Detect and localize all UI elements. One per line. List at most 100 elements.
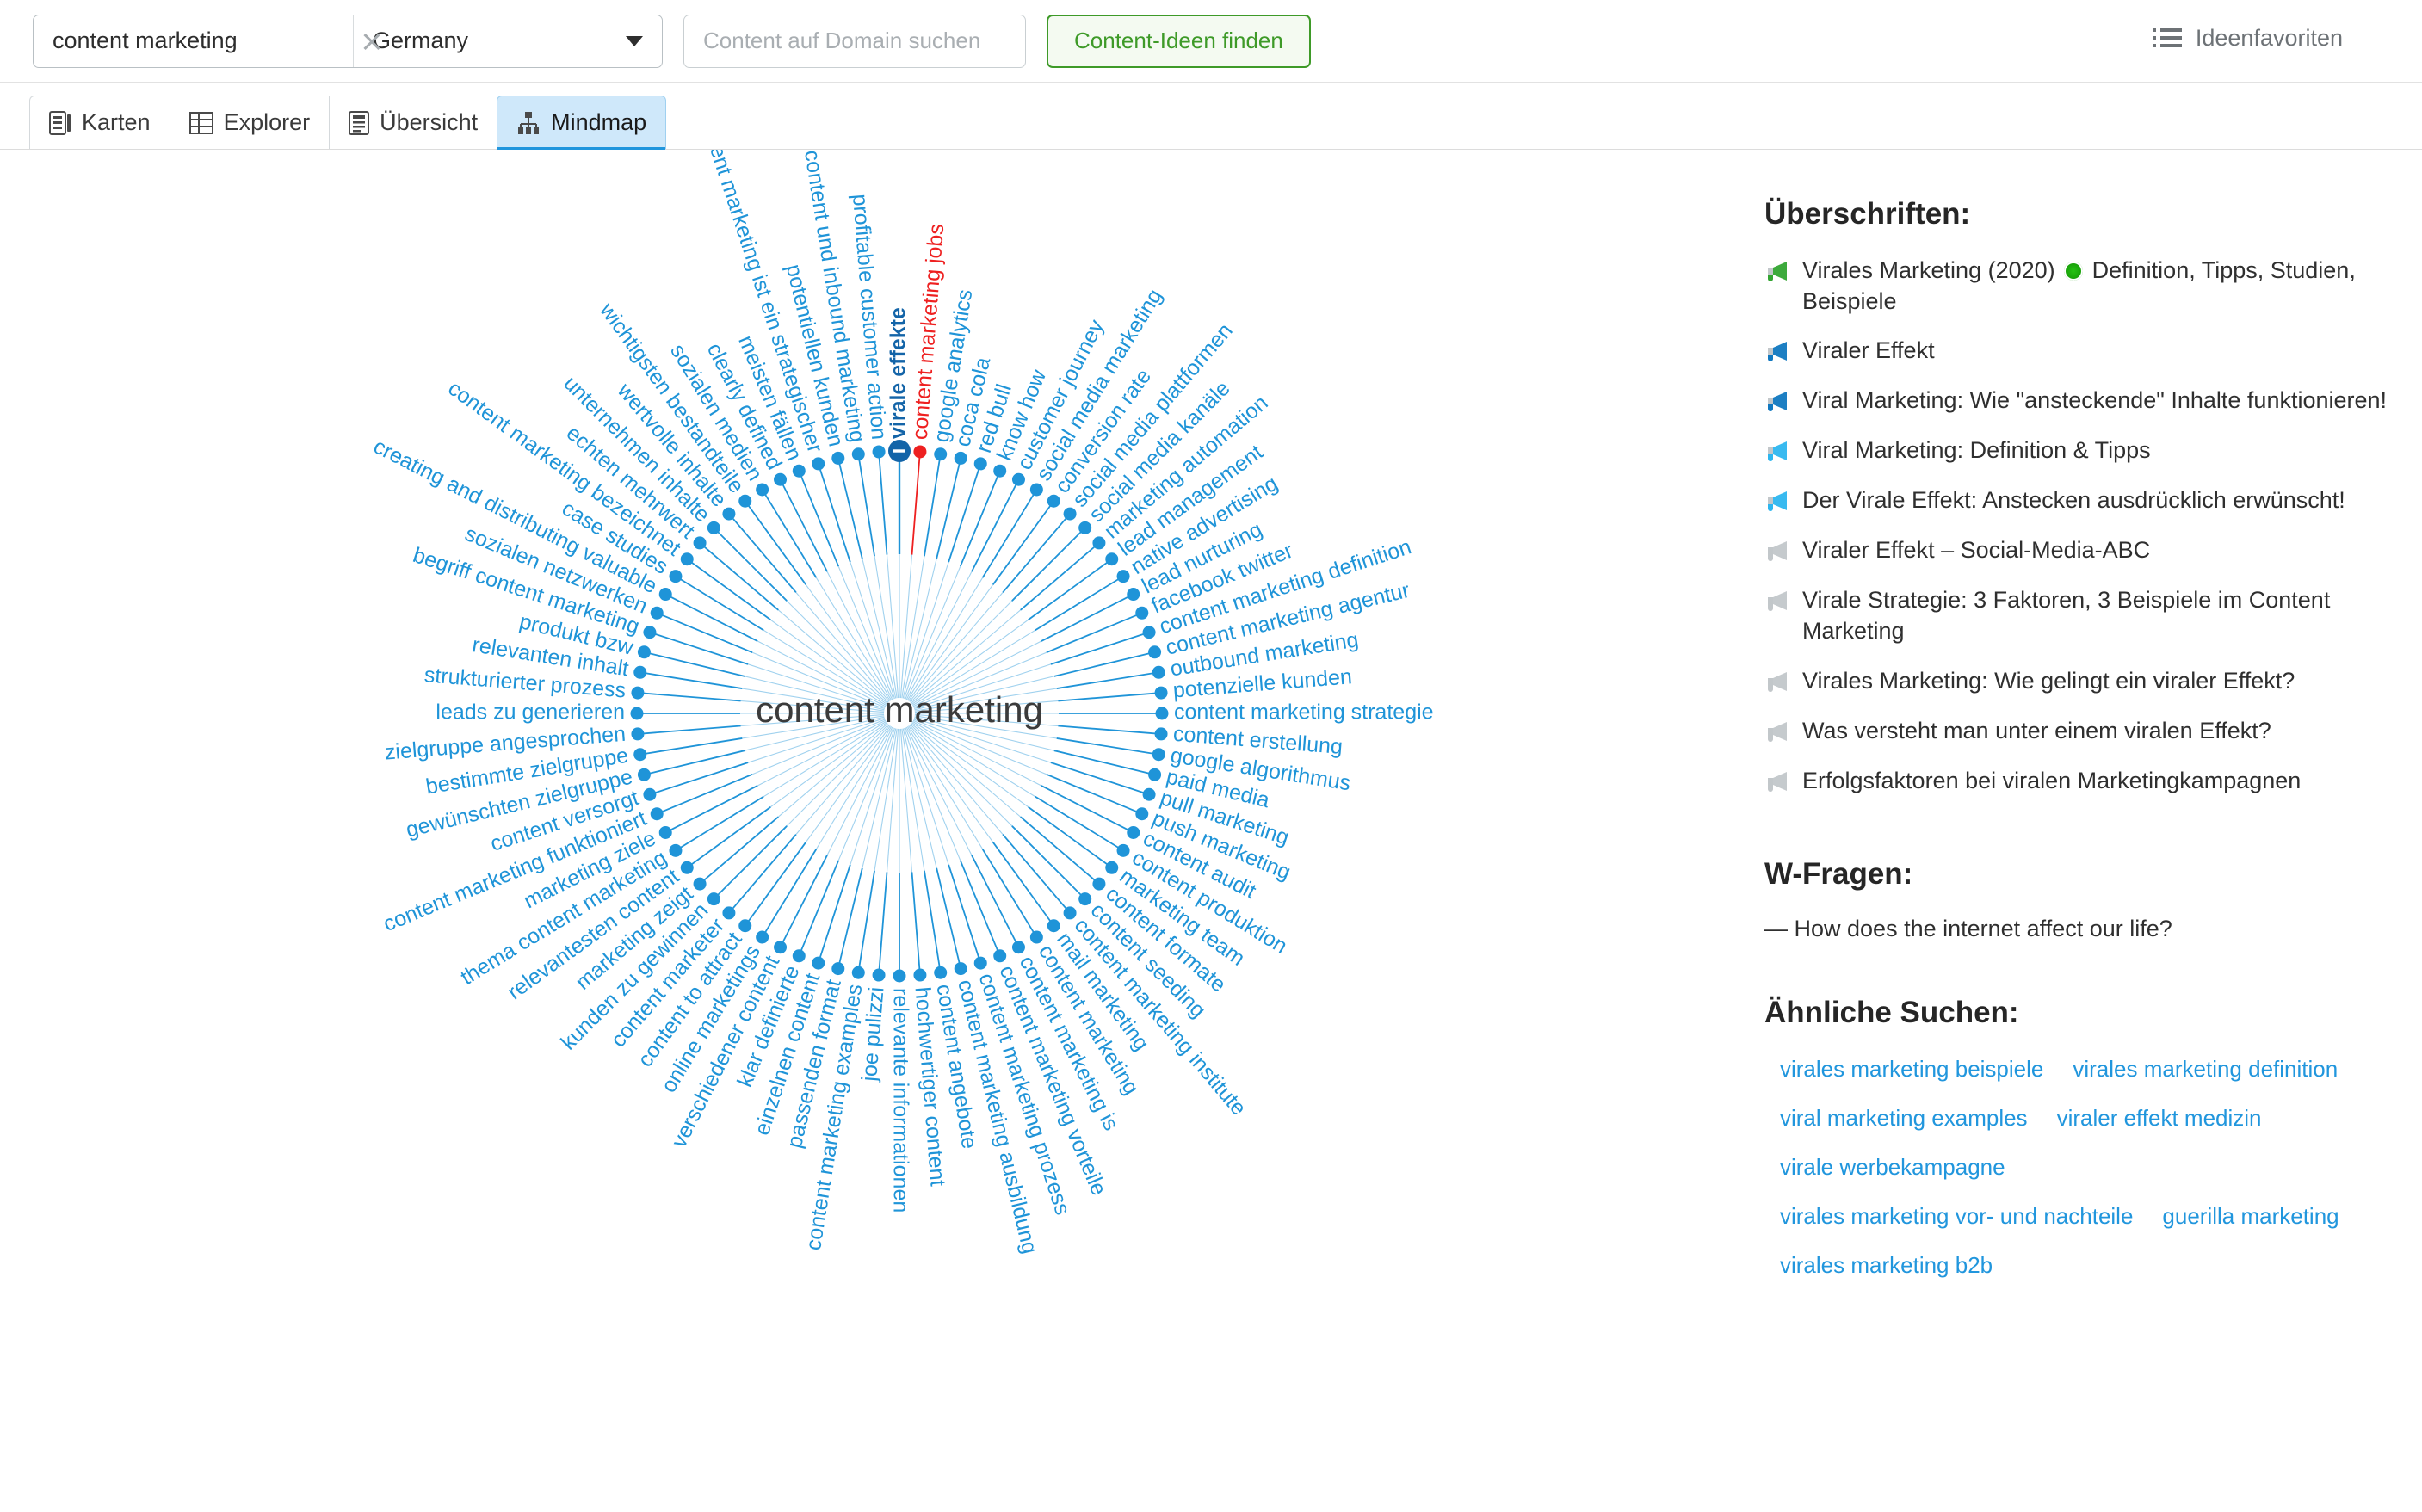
mindmap-node-dot[interactable]: [831, 451, 845, 465]
mindmap-node-dot[interactable]: [680, 861, 694, 874]
mindmap-node-dot[interactable]: [973, 956, 987, 970]
mindmap-node-dot[interactable]: [831, 962, 845, 976]
mindmap-node-dot[interactable]: [1029, 930, 1043, 944]
mindmap-node-dot[interactable]: [738, 919, 752, 933]
tab-explorer[interactable]: Explorer: [169, 96, 330, 149]
mindmap-node-dot[interactable]: [631, 727, 645, 741]
mindmap-node-dot[interactable]: [1078, 892, 1092, 906]
similar-search-link[interactable]: guerilla marketing: [2162, 1203, 2339, 1230]
mindmap-node-dot[interactable]: [650, 807, 664, 821]
mindmap-node-dot[interactable]: [1063, 507, 1077, 521]
mindmap-node-dot[interactable]: [872, 968, 886, 982]
domain-search-input[interactable]: [701, 27, 1008, 55]
mindmap-node-dot[interactable]: [1116, 843, 1130, 857]
similar-search-link[interactable]: virales marketing definition: [2073, 1056, 2338, 1083]
mindmap-node-dot[interactable]: [954, 451, 967, 465]
mindmap-node-dot[interactable]: [1047, 494, 1060, 508]
similar-search-link[interactable]: viraler effekt medizin: [2057, 1105, 2262, 1132]
similar-search-link[interactable]: viral marketing examples: [1780, 1105, 2028, 1132]
mindmap-node-dot[interactable]: [1011, 941, 1025, 954]
similar-search-link[interactable]: virales marketing b2b: [1780, 1252, 1993, 1279]
mindmap-node-label[interactable]: content marketing strategie: [1174, 700, 1434, 725]
mindmap-node-dot[interactable]: [1105, 861, 1119, 874]
similar-search-link[interactable]: virales marketing vor- und nachteile: [1780, 1203, 2133, 1230]
headline-item[interactable]: Viral Marketing: Definition & Tipps: [1764, 435, 2388, 466]
mindmap-node-dot[interactable]: [756, 483, 769, 497]
mindmap-node-dot[interactable]: [913, 445, 927, 459]
mindmap-node-label[interactable]: relevante informationen: [888, 988, 912, 1213]
mindmap-node-dot[interactable]: [1148, 768, 1162, 781]
mindmap-node-dot[interactable]: [774, 941, 788, 954]
mindmap-node-dot[interactable]: [658, 588, 672, 602]
similar-search-link[interactable]: virales marketing beispiele: [1780, 1056, 2043, 1083]
mindmap-node-dot[interactable]: [872, 445, 886, 459]
keyword-input[interactable]: [51, 27, 359, 55]
mindmap-node-dot[interactable]: [1105, 552, 1119, 566]
tab-karten[interactable]: Karten: [29, 96, 170, 149]
mindmap-node-dot[interactable]: [738, 494, 752, 508]
mindmap-node-dot[interactable]: [1116, 570, 1130, 583]
mindmap-node-dot[interactable]: [893, 969, 906, 983]
mindmap-node-dot[interactable]: [1155, 707, 1169, 720]
headline-item[interactable]: Der Virale Effekt: Anstecken ausdrücklic…: [1764, 485, 2388, 516]
mindmap-node-dot[interactable]: [1063, 906, 1077, 920]
mindmap-node-dot[interactable]: [934, 966, 948, 979]
idea-favorites-button[interactable]: Ideenfavoriten: [2153, 24, 2343, 52]
mindmap-node-dot[interactable]: [851, 966, 865, 979]
headline-item[interactable]: Viraler Effekt: [1764, 336, 2388, 367]
mindmap-node-dot[interactable]: [774, 472, 788, 486]
mindmap-node-dot[interactable]: [707, 892, 720, 906]
mindmap-node-dot[interactable]: [993, 464, 1007, 478]
mindmap-node-dot[interactable]: [722, 906, 736, 920]
mindmap-node-dot[interactable]: [756, 930, 769, 944]
country-select[interactable]: Germany: [354, 15, 662, 67]
mindmap-node-dot[interactable]: [1092, 877, 1106, 891]
similar-search-link[interactable]: virale werbekampagne: [1780, 1154, 2005, 1181]
headline-item[interactable]: Was versteht man unter einem viralen Eff…: [1764, 716, 2388, 747]
headline-item[interactable]: Virales Marketing: Wie gelingt ein viral…: [1764, 666, 2388, 697]
mindmap-node-dot[interactable]: [633, 748, 647, 762]
mindmap-canvas[interactable]: content marketing ist ein strategischer p…: [0, 150, 1747, 1512]
mindmap-node-dot[interactable]: [1135, 807, 1149, 821]
tab-mindmap[interactable]: Mindmap: [497, 96, 667, 150]
mindmap-node-dot[interactable]: [693, 877, 707, 891]
mindmap-node-dot[interactable]: [643, 626, 657, 639]
mindmap-node-dot[interactable]: [1148, 645, 1162, 659]
mindmap-node-dot[interactable]: [631, 686, 645, 700]
mindmap-node-dot[interactable]: [1152, 748, 1165, 762]
mindmap-node-dot[interactable]: [913, 968, 927, 982]
mindmap-node-dot[interactable]: [934, 447, 948, 461]
close-icon[interactable]: [359, 28, 385, 54]
mindmap-node-dot[interactable]: [1092, 536, 1106, 550]
mindmap-node-label[interactable]: virale effekte: [887, 307, 911, 439]
mindmap-node-dot[interactable]: [973, 457, 987, 471]
mindmap-node-dot[interactable]: [812, 457, 825, 471]
mindmap-node-dot[interactable]: [693, 536, 707, 550]
mindmap-node-dot[interactable]: [707, 521, 720, 534]
mindmap-node-dot[interactable]: [1011, 472, 1025, 486]
mindmap-node-dot[interactable]: [669, 843, 683, 857]
tab-uebersicht[interactable]: Übersicht: [329, 96, 497, 149]
headline-item[interactable]: Viral Marketing: Wie "ansteckende" Inhal…: [1764, 386, 2388, 417]
mindmap-node-dot[interactable]: [643, 787, 657, 801]
mindmap-node-dot[interactable]: [680, 552, 694, 566]
mindmap-node-dot[interactable]: [630, 707, 644, 720]
mindmap-node-dot[interactable]: [1154, 727, 1168, 741]
mindmap-node-dot[interactable]: [1152, 665, 1165, 679]
mindmap-node-dot[interactable]: [792, 949, 806, 963]
mindmap-node-dot[interactable]: [1142, 787, 1156, 801]
mindmap-node-dot[interactable]: [633, 665, 647, 679]
mindmap-node-dot[interactable]: [792, 464, 806, 478]
mindmap-node-dot[interactable]: [1135, 606, 1149, 620]
mindmap-node-dot[interactable]: [851, 447, 865, 461]
mindmap-node-dot[interactable]: [954, 962, 967, 976]
mindmap-node-dot[interactable]: [650, 606, 664, 620]
mindmap-node-dot[interactable]: [637, 768, 651, 781]
mindmap-node-dot[interactable]: [993, 949, 1007, 963]
wfrage-item[interactable]: — How does the internet affect our life?: [1764, 916, 2388, 942]
mindmap-node-dot[interactable]: [1142, 626, 1156, 639]
mindmap-node-label[interactable]: leads zu generieren: [436, 700, 625, 725]
headline-item[interactable]: Virale Strategie: 3 Faktoren, 3 Beispiel…: [1764, 585, 2388, 646]
headline-item[interactable]: Virales Marketing (2020) Definition, Tip…: [1764, 256, 2388, 317]
headline-item[interactable]: Viraler Effekt – Social-Media-ABC: [1764, 535, 2388, 566]
